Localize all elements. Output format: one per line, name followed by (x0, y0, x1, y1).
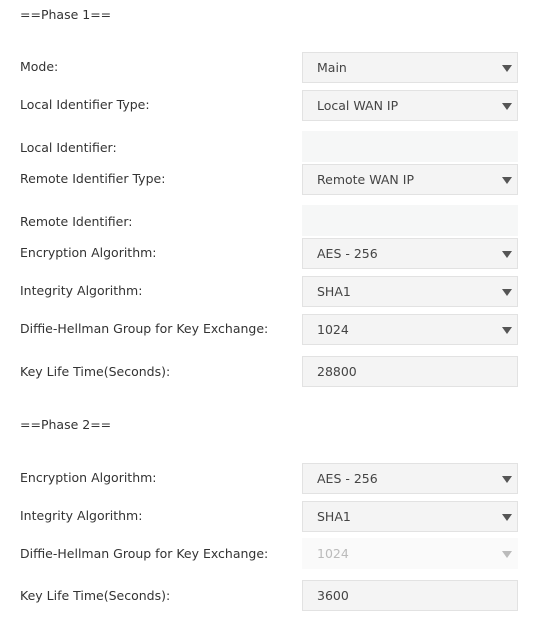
p2-key-life-input[interactable]: 3600 (302, 580, 518, 611)
p2-dh-group-label: Diffie-Hellman Group for Key Exchange: (20, 546, 269, 561)
remote-id-type-value: Remote WAN IP (317, 172, 414, 187)
p2-integrity-label: Integrity Algorithm: (20, 508, 143, 523)
remote-id-type-label: Remote Identifier Type: (20, 171, 166, 186)
p1-key-life-input[interactable]: 28800 (302, 356, 518, 387)
local-id-input[interactable] (302, 131, 518, 162)
local-id-type-label: Local Identifier Type: (20, 97, 150, 112)
p2-encryption-value: AES - 256 (317, 471, 378, 486)
mode-label: Mode: (20, 59, 59, 74)
chevron-down-icon (502, 103, 512, 110)
local-id-type-select[interactable]: Local WAN IP (302, 90, 518, 121)
chevron-down-icon (502, 551, 512, 558)
local-id-label: Local Identifier: (20, 140, 117, 155)
chevron-down-icon (502, 476, 512, 483)
p1-key-life-value: 28800 (317, 364, 357, 379)
mode-value: Main (317, 60, 347, 75)
local-id-type-value: Local WAN IP (317, 98, 399, 113)
p1-dh-group-select[interactable]: 1024 (302, 314, 518, 345)
p1-encryption-value: AES - 256 (317, 246, 378, 261)
p1-dh-group-label: Diffie-Hellman Group for Key Exchange: (20, 321, 269, 336)
p2-key-life-value: 3600 (317, 588, 349, 603)
chevron-down-icon (502, 65, 512, 72)
remote-id-label: Remote Identifier: (20, 214, 133, 229)
p1-integrity-label: Integrity Algorithm: (20, 283, 143, 298)
chevron-down-icon (502, 251, 512, 258)
chevron-down-icon (502, 327, 512, 334)
p1-key-life-label: Key Life Time(Seconds): (20, 364, 171, 379)
mode-select[interactable]: Main (302, 52, 518, 83)
remote-id-type-select[interactable]: Remote WAN IP (302, 164, 518, 195)
p2-integrity-value: SHA1 (317, 509, 351, 524)
phase1-heading: ==Phase 1== (20, 7, 112, 22)
p1-dh-group-value: 1024 (317, 322, 349, 337)
p2-encryption-select[interactable]: AES - 256 (302, 463, 518, 494)
p2-integrity-select[interactable]: SHA1 (302, 501, 518, 532)
p2-encryption-label: Encryption Algorithm: (20, 470, 157, 485)
p2-dh-group-select: 1024 (302, 538, 518, 569)
p1-integrity-value: SHA1 (317, 284, 351, 299)
p1-encryption-select[interactable]: AES - 256 (302, 238, 518, 269)
p1-integrity-select[interactable]: SHA1 (302, 276, 518, 307)
p1-encryption-label: Encryption Algorithm: (20, 245, 157, 260)
chevron-down-icon (502, 514, 512, 521)
p2-key-life-label: Key Life Time(Seconds): (20, 588, 171, 603)
chevron-down-icon (502, 177, 512, 184)
remote-id-input[interactable] (302, 205, 518, 236)
chevron-down-icon (502, 289, 512, 296)
p2-dh-group-value: 1024 (317, 546, 349, 561)
phase2-heading: ==Phase 2== (20, 417, 112, 432)
